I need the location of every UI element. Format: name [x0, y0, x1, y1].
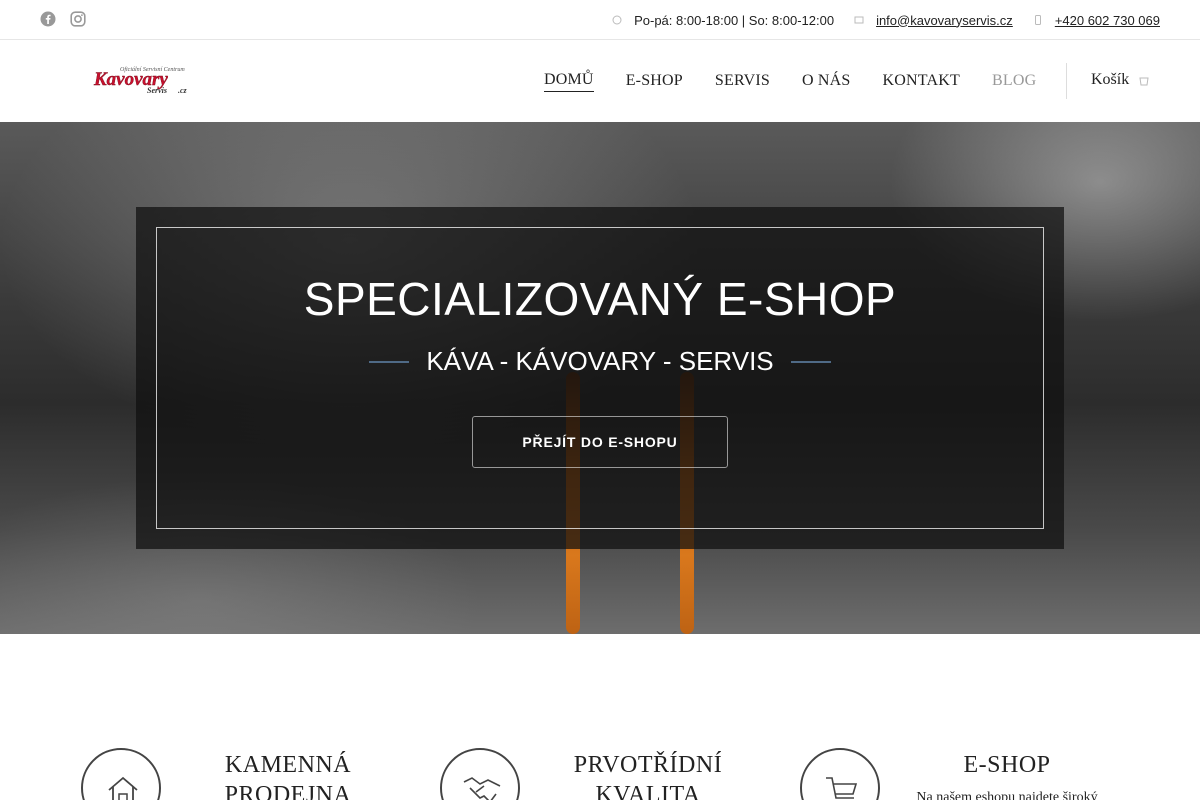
- hero-overlay: [136, 207, 1064, 549]
- cart-button[interactable]: Košík: [1091, 71, 1149, 89]
- feature-title-eshop: E-SHOP: [963, 752, 1051, 778]
- feature-title-quality-line2: KVALITA: [595, 782, 701, 800]
- instagram-icon[interactable]: [70, 11, 86, 27]
- logo-domain: .cz: [178, 86, 188, 95]
- handshake-icon-circle: [440, 748, 520, 800]
- feature-title-quality-line1: PRVOTŘÍDNÍ: [573, 752, 723, 778]
- top-bar: Po-pá: 8:00-18:00 | So: 8:00-12:00 info@…: [0, 0, 1200, 40]
- phone-link[interactable]: +420 602 730 069: [1055, 13, 1160, 28]
- email-link[interactable]: info@kavovaryservis.cz: [876, 13, 1013, 28]
- store-icon-circle: [81, 748, 161, 800]
- feature-text-eshop: Na našem eshopu najdete široký: [916, 790, 1098, 800]
- clock-icon: [612, 14, 622, 26]
- main-nav: DOMŮ E-SHOP SERVIS O NÁS KONTAKT BLOG: [544, 40, 1068, 122]
- feature-title-quality: PRVOTŘÍDNÍ KVALITA: [556, 750, 740, 800]
- nav-item-kontakt[interactable]: KONTAKT: [883, 72, 960, 90]
- subtitle-line-right: [790, 360, 831, 363]
- nav-item-blog[interactable]: BLOG: [992, 72, 1036, 90]
- feature-title-store-line2: PRODEJNA: [224, 782, 352, 800]
- email-contact: info@kavovaryservis.cz: [854, 13, 1013, 28]
- nav-item-eshop[interactable]: E-SHOP: [626, 72, 683, 90]
- logo-small: Servis: [147, 86, 167, 95]
- envelope-icon: [854, 14, 864, 26]
- hero-subtitle: KÁVA - KÁVOVARY - SERVIS: [0, 346, 1200, 377]
- hero-subtitle-text: KÁVA - KÁVOVARY - SERVIS: [426, 346, 774, 376]
- cart-icon: [1139, 74, 1149, 86]
- subtitle-line-left: [369, 360, 410, 363]
- opening-hours-text: Po-pá: 8:00-18:00 | So: 8:00-12:00: [634, 12, 835, 28]
- cart-icon-circle: [800, 748, 880, 800]
- nav-item-o-nas[interactable]: O NÁS: [802, 72, 851, 90]
- cart-divider: [1066, 63, 1067, 99]
- site-header: Oficiální Servisní Centrum Kavovary Serv…: [0, 40, 1200, 122]
- feature-title-store-line1: KAMENNÁ: [224, 752, 352, 778]
- nav-item-domu[interactable]: DOMŮ: [544, 71, 594, 92]
- hero-title: SPECIALIZOVANÝ E-SHOP: [303, 273, 897, 325]
- facebook-icon[interactable]: [40, 11, 56, 27]
- social-links: [40, 11, 86, 27]
- go-to-eshop-button[interactable]: PŘEJÍT DO E-SHOPU: [472, 416, 728, 468]
- hero-banner: SPECIALIZOVANÝ E-SHOP KÁVA - KÁVOVARY - …: [0, 122, 1200, 634]
- phone-contact: +420 602 730 069: [1033, 13, 1160, 28]
- nav-item-servis[interactable]: SERVIS: [715, 72, 770, 90]
- feature-title-store: KAMENNÁ PRODEJNA: [200, 750, 376, 800]
- cart-label: Košík: [1091, 71, 1130, 88]
- opening-hours: Po-pá: 8:00-18:00 | So: 8:00-12:00: [612, 13, 834, 28]
- site-logo[interactable]: Oficiální Servisní Centrum Kavovary Serv…: [92, 64, 202, 98]
- phone-icon: [1033, 14, 1043, 26]
